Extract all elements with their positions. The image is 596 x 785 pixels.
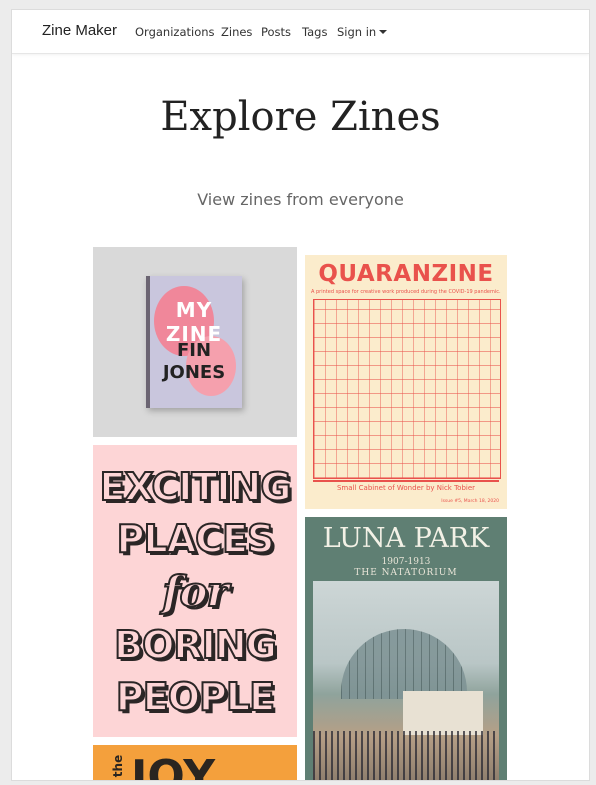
cover-subtitle: THE NATATORIUM [354, 568, 458, 578]
dome-shape [341, 629, 467, 699]
page-title: Explore Zines [160, 94, 441, 140]
cover-text: BORING [113, 622, 278, 668]
navbar: Zine Maker Organizations Zines Posts Tag… [12, 10, 589, 54]
cover-caption: Small Cabinet of Wonder by Nick Tobier [336, 484, 476, 492]
zine-card-quaranzine[interactable]: QUARANZINE A printed space for creative … [305, 255, 507, 509]
crowd-shape [313, 731, 499, 780]
cover-text: MY ZINE [165, 298, 223, 346]
park-illustration [313, 581, 499, 780]
zine-card-luna-park[interactable]: LUNA PARK 1907-1913 THE NATATORIUM [305, 517, 507, 780]
cover-issue: Issue #5, March 18, 2020 [441, 499, 499, 504]
browser-frame: Zine Maker Organizations Zines Posts Tag… [11, 9, 590, 781]
cover-subtitle: A printed space for creative work produc… [311, 289, 501, 295]
nav-posts[interactable]: Posts [261, 25, 291, 39]
cover-text: for [161, 566, 229, 617]
nav-zines[interactable]: Zines [221, 25, 252, 39]
cover-text: EXCITING [99, 464, 293, 510]
caret-down-icon [379, 30, 388, 34]
brand-link[interactable]: Zine Maker [42, 22, 117, 39]
cover-title: JOY [131, 751, 216, 781]
cover-text: FIN [176, 340, 212, 361]
zine-card-joy[interactable]: the JOY [93, 745, 297, 781]
cover-title: QUARANZINE [318, 261, 494, 287]
nav-tags[interactable]: Tags [302, 25, 327, 39]
cover-years: 1907-1913 [381, 557, 431, 567]
nav-signin-dropdown[interactable]: Sign in [337, 25, 388, 39]
cabinet-illustration [313, 299, 501, 479]
cover-title: LUNA PARK [322, 523, 490, 554]
zine-cover-image: MY ZINE FIN JONES [146, 276, 242, 408]
zine-card-my-zine[interactable]: MY ZINE FIN JONES [93, 247, 297, 437]
cover-text: the [111, 754, 126, 778]
cover-text: JONES [162, 362, 226, 383]
zine-card-exciting-places[interactable]: EXCITING PLACES for BORING PEOPLE [93, 445, 297, 737]
divider [313, 480, 499, 482]
cover-text: PEOPLE [115, 674, 276, 720]
nav-organizations[interactable]: Organizations [135, 25, 215, 39]
page-subtitle: View zines from everyone [197, 190, 404, 209]
signin-label: Sign in [337, 25, 377, 39]
cover-text: PLACES [116, 516, 276, 562]
building-shape [403, 691, 483, 735]
